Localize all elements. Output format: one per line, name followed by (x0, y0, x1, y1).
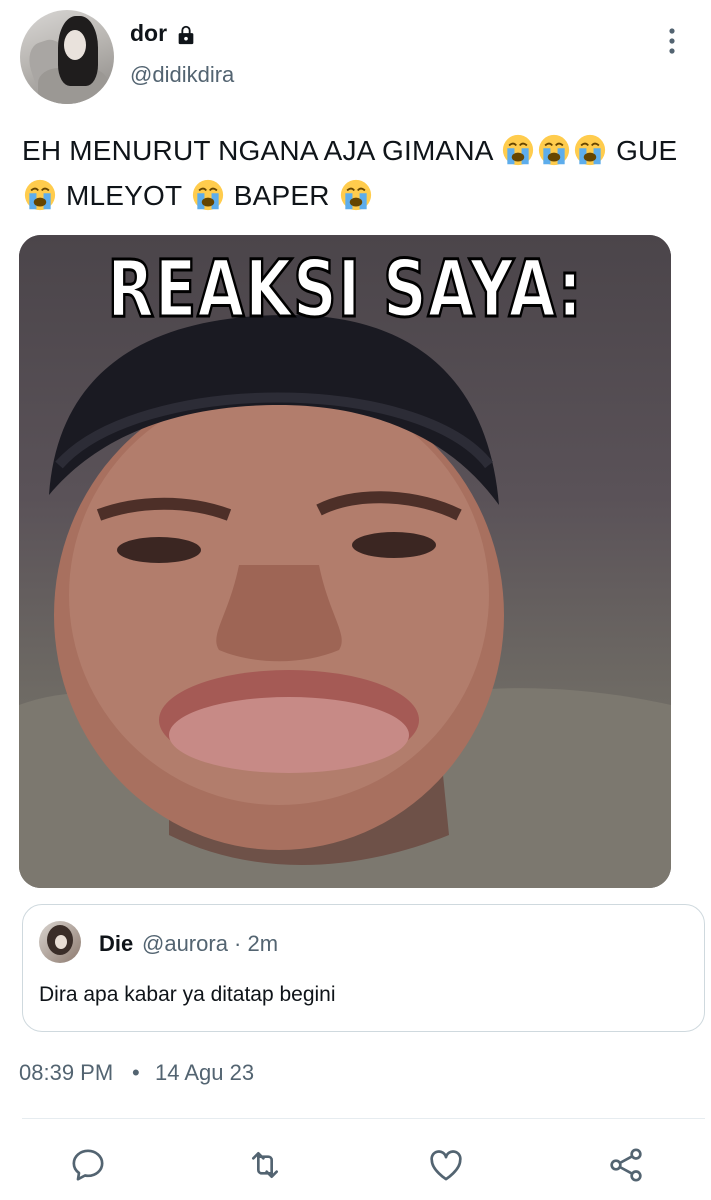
quoted-tweet[interactable]: Die @aurora · 2m Dira apa kabar ya ditat… (22, 904, 705, 1032)
loudly-crying-face-icon (538, 134, 570, 166)
loudly-crying-face-icon (24, 179, 56, 211)
tweet-date[interactable]: 14 Agu 23 (155, 1060, 254, 1086)
author-handle[interactable]: @didikdira (130, 62, 234, 88)
tweet-text-line1: EH MENURUT NGANA AJA GIMANA (22, 135, 493, 166)
lock-icon (178, 25, 194, 45)
quoted-author-name: Die (99, 931, 134, 956)
retweet-icon[interactable] (245, 1145, 285, 1185)
tweet-media-image[interactable]: REAKSI SAYA: (19, 235, 671, 888)
author-display-name[interactable]: dor (130, 20, 167, 47)
quoted-tweet-text: Dira apa kabar ya ditatap begini (39, 983, 336, 1006)
share-icon[interactable] (606, 1145, 646, 1185)
timestamp-separator: • (132, 1060, 140, 1085)
loudly-crying-face-icon (502, 134, 534, 166)
more-options-icon[interactable] (662, 26, 682, 56)
tweet-time[interactable]: 08:39 PM (19, 1060, 113, 1086)
divider (22, 1118, 705, 1119)
author-avatar[interactable] (20, 10, 114, 104)
tweet-text: EH MENURUT NGANA AJA GIMANA GUE MLEYOT B… (22, 128, 702, 218)
quoted-author-avatar[interactable] (39, 921, 81, 963)
loudly-crying-face-icon (192, 179, 223, 211)
reply-icon[interactable] (68, 1145, 108, 1185)
tweet-text-line2b: BAPER (233, 180, 330, 211)
quoted-author-handle-time: @aurora · 2m (142, 931, 279, 956)
loudly-crying-face-icon (340, 179, 371, 211)
tweet-text-line2a: MLEYOT (65, 180, 182, 211)
tweet-text-line1-end: GUE (616, 135, 678, 166)
like-icon[interactable] (426, 1145, 466, 1185)
loudly-crying-face-icon (574, 134, 606, 166)
meme-caption: REAKSI SAYA: (106, 244, 583, 337)
